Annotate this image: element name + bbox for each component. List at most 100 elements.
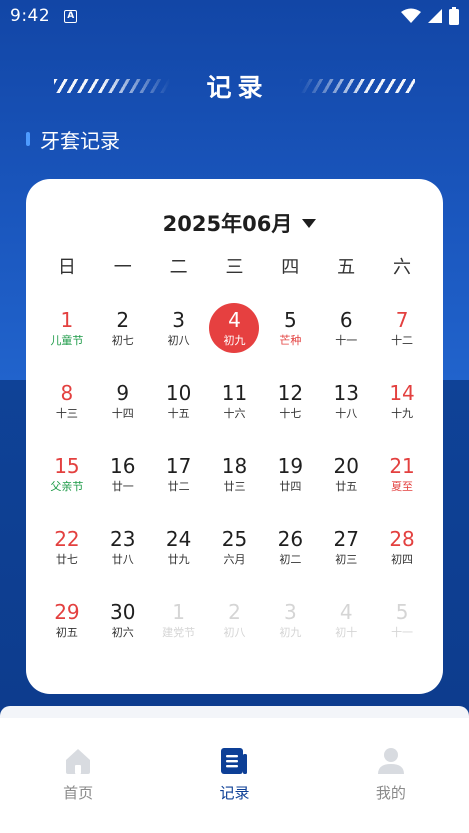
calendar-day[interactable]: 24 廿九 <box>151 518 207 591</box>
calendar-day-inner: 17 廿二 <box>154 449 204 499</box>
calendar-day[interactable]: 29 初五 <box>39 591 95 664</box>
calendar-day-inner: 3 初八 <box>154 303 204 353</box>
calendar-day[interactable]: 16 廿一 <box>95 445 151 518</box>
weekday-mon: 一 <box>113 257 132 278</box>
calendar-day-inner: 2 初八 <box>209 595 259 645</box>
calendar-day-number: 1 <box>60 307 74 332</box>
calendar-day-other-month[interactable]: 1 建党节 <box>151 591 207 664</box>
calendar-day-inner: 2 初七 <box>98 303 148 353</box>
calendar-day-number: 4 <box>228 307 241 332</box>
section-marker <box>26 132 30 146</box>
calendar-day[interactable]: 28 初四 <box>374 518 430 591</box>
calendar-day-lunar: 十二 <box>391 333 414 347</box>
calendar-day[interactable]: 15 父亲节 <box>39 445 95 518</box>
tab-record[interactable]: 记录 <box>156 718 312 833</box>
calendar-day[interactable]: 22 廿七 <box>39 518 95 591</box>
signal-icon <box>428 9 442 23</box>
calendar-day-number: 4 <box>339 599 353 624</box>
calendar-day-lunar: 父亲节 <box>50 479 84 493</box>
calendar-day-lunar: 初四 <box>391 552 414 566</box>
calendar-day-inner: 9 十四 <box>98 376 148 426</box>
month-label: 2025年06月 <box>162 212 293 236</box>
calendar-day-lunar: 廿九 <box>167 552 190 566</box>
calendar-day[interactable]: 18 廿三 <box>207 445 263 518</box>
weekday-fri: 五 <box>337 257 356 278</box>
calendar-day[interactable]: 25 六月 <box>207 518 263 591</box>
calendar-day[interactable]: 13 十八 <box>318 372 374 445</box>
tab-profile-label: 我的 <box>375 784 406 802</box>
calendar-day[interactable]: 7 十二 <box>374 299 430 372</box>
tab-profile[interactable]: 我的 <box>313 718 469 833</box>
calendar-day[interactable]: 9 十四 <box>95 372 151 445</box>
calendar-day-inner: 12 十七 <box>265 376 315 426</box>
calendar-day[interactable]: 19 廿四 <box>262 445 318 518</box>
calendar-day-other-month[interactable]: 3 初九 <box>262 591 318 664</box>
calendar-day[interactable]: 21 夏至 <box>374 445 430 518</box>
calendar-day-inner: 21 夏至 <box>377 449 427 499</box>
calendar-day[interactable]: 30 初六 <box>95 591 151 664</box>
calendar-day[interactable]: 12 十七 <box>262 372 318 445</box>
calendar-card: 2025年06月 日 一 二 三 四 五 六 1 儿童节 2 初七 3 初八 4 初九 5 芒种 6… <box>26 179 443 694</box>
calendar-day-inner: 18 廿三 <box>209 449 259 499</box>
calendar-day-other-month[interactable]: 5 十一 <box>374 591 430 664</box>
calendar-day-number: 16 <box>110 453 136 478</box>
calendar-day-number: 18 <box>221 453 248 478</box>
calendar-day-lunar: 初七 <box>111 333 134 347</box>
calendar-day-inner: 6 十一 <box>321 303 371 353</box>
calendar-day-lunar: 初六 <box>111 625 134 639</box>
calendar-day[interactable]: 2 初七 <box>95 299 151 372</box>
record-icon <box>221 748 248 774</box>
weekday-thu: 四 <box>281 257 300 278</box>
calendar-day-inner: 1 儿童节 <box>42 303 92 353</box>
calendar-day[interactable]: 1 儿童节 <box>39 299 95 372</box>
profile-icon <box>377 748 404 774</box>
calendar-day-number: 23 <box>110 526 136 551</box>
calendar-day-other-month[interactable]: 4 初十 <box>318 591 374 664</box>
calendar-day-number: 3 <box>283 599 297 624</box>
calendar-day[interactable]: 23 廿八 <box>95 518 151 591</box>
calendar-day-inner: 26 初二 <box>265 522 315 572</box>
calendar-day[interactable]: 6 十一 <box>318 299 374 372</box>
calendar-day[interactable]: 17 廿二 <box>151 445 207 518</box>
calendar-day-number: 7 <box>395 307 409 332</box>
calendar-day[interactable]: 26 初二 <box>262 518 318 591</box>
calendar-day[interactable]: 10 十五 <box>151 372 207 445</box>
calendar-day[interactable]: 20 廿五 <box>318 445 374 518</box>
calendar-day-number: 20 <box>333 453 359 478</box>
weekday-tue: 二 <box>169 257 188 278</box>
calendar-day-number: 5 <box>395 599 409 624</box>
calendar-day[interactable]: 3 初八 <box>151 299 207 372</box>
wifi-icon <box>401 8 421 23</box>
calendar-day-number: 24 <box>165 526 192 551</box>
calendar-day-inner: 27 初三 <box>321 522 371 572</box>
tab-record-label: 记录 <box>219 784 250 802</box>
calendar-day-inner: 7 十二 <box>377 303 427 353</box>
calendar-day[interactable]: 5 芒种 <box>262 299 318 372</box>
calendar-day-inner: 29 初五 <box>42 595 92 645</box>
calendar-day-inner: 4 初十 <box>321 595 371 645</box>
calendar-day-number: 9 <box>116 380 130 405</box>
calendar-day[interactable]: 8 十三 <box>39 372 95 445</box>
calendar-day-inner: 25 六月 <box>209 522 259 572</box>
battery-icon <box>449 7 459 25</box>
calendar-day-lunar: 十一 <box>391 625 414 639</box>
calendar-day-number: 25 <box>221 526 248 551</box>
section-title: 牙套记录 <box>40 128 120 153</box>
calendar-day-lunar: 廿五 <box>335 479 358 493</box>
weekday-header: 日 一 二 三 四 五 六 <box>39 253 430 279</box>
calendar-day-inner: 20 廿五 <box>321 449 371 499</box>
calendar-day[interactable]: 27 初三 <box>318 518 374 591</box>
tab-home[interactable]: 首页 <box>0 718 156 833</box>
tab-home-label: 首页 <box>63 784 94 802</box>
calendar-day[interactable]: 14 十九 <box>374 372 430 445</box>
calendar-day[interactable]: 11 十六 <box>207 372 263 445</box>
calendar-day-lunar: 廿二 <box>167 479 190 493</box>
calendar-day-today[interactable]: 4 初九 <box>207 299 263 372</box>
calendar-day-number: 3 <box>172 307 185 332</box>
month-picker[interactable]: 2025年06月 <box>26 207 443 239</box>
home-icon <box>66 749 91 774</box>
calendar-day-lunar: 芒种 <box>279 333 302 347</box>
calendar-day-other-month[interactable]: 2 初八 <box>207 591 263 664</box>
calendar-day-number: 2 <box>116 307 130 332</box>
calendar-day-lunar: 十八 <box>335 406 358 420</box>
